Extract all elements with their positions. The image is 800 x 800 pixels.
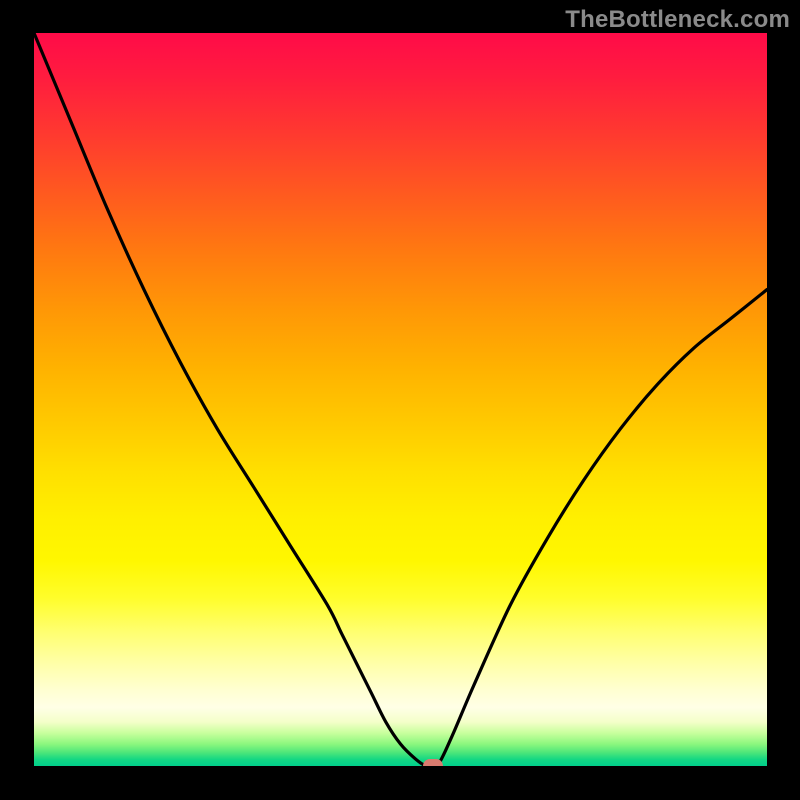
outer-frame: TheBottleneck.com	[0, 0, 800, 800]
bottleneck-curve	[34, 33, 767, 766]
plot-area	[34, 33, 767, 766]
optimal-point-marker	[423, 759, 443, 766]
watermark-text: TheBottleneck.com	[565, 6, 790, 34]
